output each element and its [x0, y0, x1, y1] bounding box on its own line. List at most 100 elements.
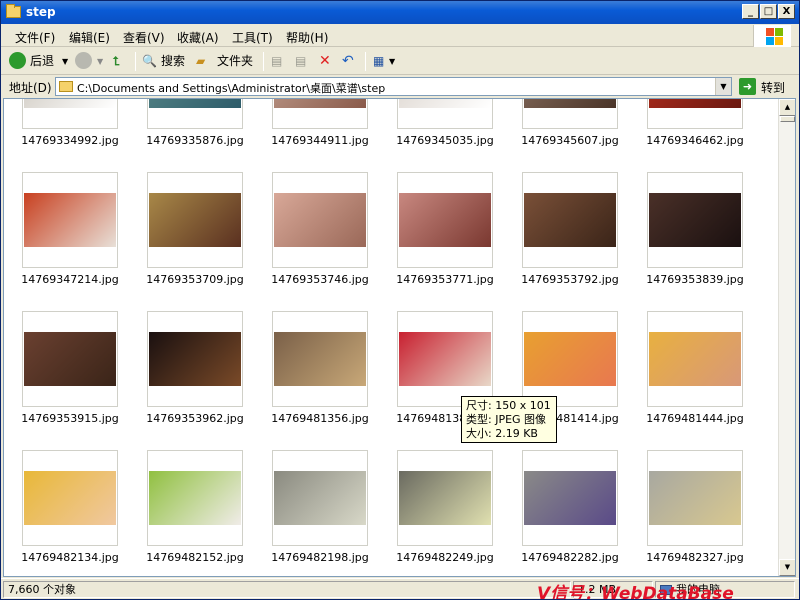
search-button[interactable]: 搜索: [161, 51, 185, 72]
forward-arrow-icon[interactable]: [75, 52, 92, 69]
go-arrow-icon: ➜: [739, 78, 756, 95]
menu-edit[interactable]: 编辑(E): [69, 29, 110, 46]
address-path: C:\Documents and Settings\Administrator\…: [77, 82, 386, 95]
menu-help[interactable]: 帮助(H): [286, 29, 328, 46]
views-dropdown-icon[interactable]: ▼: [389, 51, 395, 72]
file-thumbnail[interactable]: [647, 311, 743, 407]
file-item[interactable]: 14769344911.jpg: [254, 99, 379, 172]
forward-dropdown-icon[interactable]: ▼: [97, 51, 103, 72]
file-item[interactable]: 14769353915.jpg: [4, 311, 129, 450]
file-thumbnail[interactable]: [397, 99, 493, 129]
file-thumbnail[interactable]: [647, 172, 743, 268]
search-icon[interactable]: 🔍: [142, 51, 157, 72]
file-item[interactable]: 14769353962.jpg: [129, 311, 254, 450]
copy-to-icon[interactable]: ▤: [295, 51, 306, 72]
undo-icon[interactable]: ↶: [342, 51, 354, 72]
file-thumbnail[interactable]: [147, 311, 243, 407]
thumbnail-image: [24, 332, 116, 386]
delete-icon[interactable]: ✕: [319, 51, 331, 72]
vertical-scrollbar[interactable]: ▲ ▼: [778, 99, 795, 576]
menu-favorites[interactable]: 收藏(A): [177, 29, 219, 46]
file-name: 14769344911.jpg: [271, 134, 369, 147]
toolbar-separator: [263, 52, 264, 71]
file-item[interactable]: 14769482327.jpg: [629, 450, 754, 576]
address-input[interactable]: C:\Documents and Settings\Administrator\…: [55, 77, 732, 96]
menu-file[interactable]: 文件(F): [15, 29, 55, 46]
file-item[interactable]: 14769353792.jpg: [504, 172, 629, 311]
file-item[interactable]: 14769481444.jpg: [629, 311, 754, 450]
thumbnail-image: [399, 471, 491, 525]
file-item[interactable]: 14769346462.jpg: [629, 99, 754, 172]
thumbnail-image: [274, 332, 366, 386]
file-thumbnail[interactable]: [22, 450, 118, 546]
back-dropdown-icon[interactable]: ▼: [62, 51, 68, 72]
file-thumbnail[interactable]: [147, 99, 243, 129]
back-button[interactable]: 后退: [30, 51, 54, 72]
file-thumbnail[interactable]: [647, 99, 743, 129]
back-arrow-icon[interactable]: [9, 52, 26, 69]
file-thumbnail[interactable]: [147, 172, 243, 268]
thumbnail-image: [649, 193, 741, 247]
explorer-window: step _ □ X 文件(F) 编辑(E) 查看(V) 收藏(A) 工具(T)…: [0, 0, 800, 600]
go-label: 转到: [761, 81, 786, 95]
file-item[interactable]: 14769353839.jpg: [629, 172, 754, 311]
move-to-icon[interactable]: ▤: [271, 51, 282, 72]
menu-view[interactable]: 查看(V): [123, 29, 165, 46]
file-view[interactable]: 14769334992.jpg 14769335876.jpg 1476934491…: [3, 98, 796, 577]
file-thumbnail[interactable]: [522, 172, 618, 268]
file-thumbnail[interactable]: [272, 99, 368, 129]
file-thumbnail[interactable]: [397, 311, 493, 407]
views-icon[interactable]: ▦: [373, 51, 384, 72]
address-label: 地址(D): [9, 81, 52, 95]
file-thumbnail[interactable]: [272, 450, 368, 546]
thumbnail-image: [524, 193, 616, 247]
file-item[interactable]: 14769353746.jpg: [254, 172, 379, 311]
file-thumbnail[interactable]: [522, 99, 618, 129]
scroll-up-icon[interactable]: ▲: [779, 99, 795, 116]
address-dropdown-icon[interactable]: ▼: [715, 78, 731, 95]
file-name: 14769346462.jpg: [646, 134, 744, 147]
scroll-down-icon[interactable]: ▼: [779, 559, 795, 576]
file-thumbnail[interactable]: [647, 450, 743, 546]
file-name: 14769481444.jpg: [646, 412, 744, 425]
file-thumbnail[interactable]: [397, 172, 493, 268]
file-thumbnail[interactable]: [522, 311, 618, 407]
file-name: 14769353962.jpg: [146, 412, 244, 425]
windows-logo-icon: [753, 25, 791, 47]
file-name: 14769334992.jpg: [21, 134, 119, 147]
file-thumbnail[interactable]: [22, 172, 118, 268]
file-item[interactable]: 14769345035.jpg: [379, 99, 504, 172]
file-item[interactable]: 14769482152.jpg: [129, 450, 254, 576]
maximize-button[interactable]: □: [760, 4, 777, 19]
file-thumbnail[interactable]: [397, 450, 493, 546]
file-item[interactable]: 14769482249.jpg: [379, 450, 504, 576]
file-thumbnail[interactable]: [22, 99, 118, 129]
file-thumbnail[interactable]: [22, 311, 118, 407]
title-bar[interactable]: step _ □ X: [1, 1, 799, 24]
file-item[interactable]: 14769335876.jpg: [129, 99, 254, 172]
up-folder-icon[interactable]: ⮤: [113, 51, 120, 72]
file-item[interactable]: 14769482282.jpg: [504, 450, 629, 576]
file-item[interactable]: 14769347214.jpg: [4, 172, 129, 311]
thumbnail-image: [524, 99, 616, 108]
menu-tools[interactable]: 工具(T): [232, 29, 273, 46]
file-item[interactable]: 14769482134.jpg: [4, 450, 129, 576]
file-item[interactable]: 14769345607.jpg: [504, 99, 629, 172]
file-item[interactable]: 14769353771.jpg: [379, 172, 504, 311]
close-button[interactable]: X: [778, 4, 795, 19]
folders-icon[interactable]: ▰: [196, 51, 205, 72]
file-item[interactable]: 14769482198.jpg: [254, 450, 379, 576]
file-thumbnail[interactable]: [272, 172, 368, 268]
file-item[interactable]: 14769334992.jpg: [4, 99, 129, 172]
folders-button[interactable]: 文件夹: [217, 51, 253, 72]
file-name: 14769482152.jpg: [146, 551, 244, 564]
minimize-button[interactable]: _: [742, 4, 759, 19]
file-thumbnail[interactable]: [522, 450, 618, 546]
file-name: 14769481356.jpg: [271, 412, 369, 425]
file-thumbnail[interactable]: [272, 311, 368, 407]
file-thumbnail[interactable]: [147, 450, 243, 546]
file-item[interactable]: 14769353709.jpg: [129, 172, 254, 311]
file-item[interactable]: 14769481356.jpg: [254, 311, 379, 450]
scroll-thumb[interactable]: [780, 116, 795, 122]
go-button[interactable]: ➜ 转到: [739, 77, 794, 96]
